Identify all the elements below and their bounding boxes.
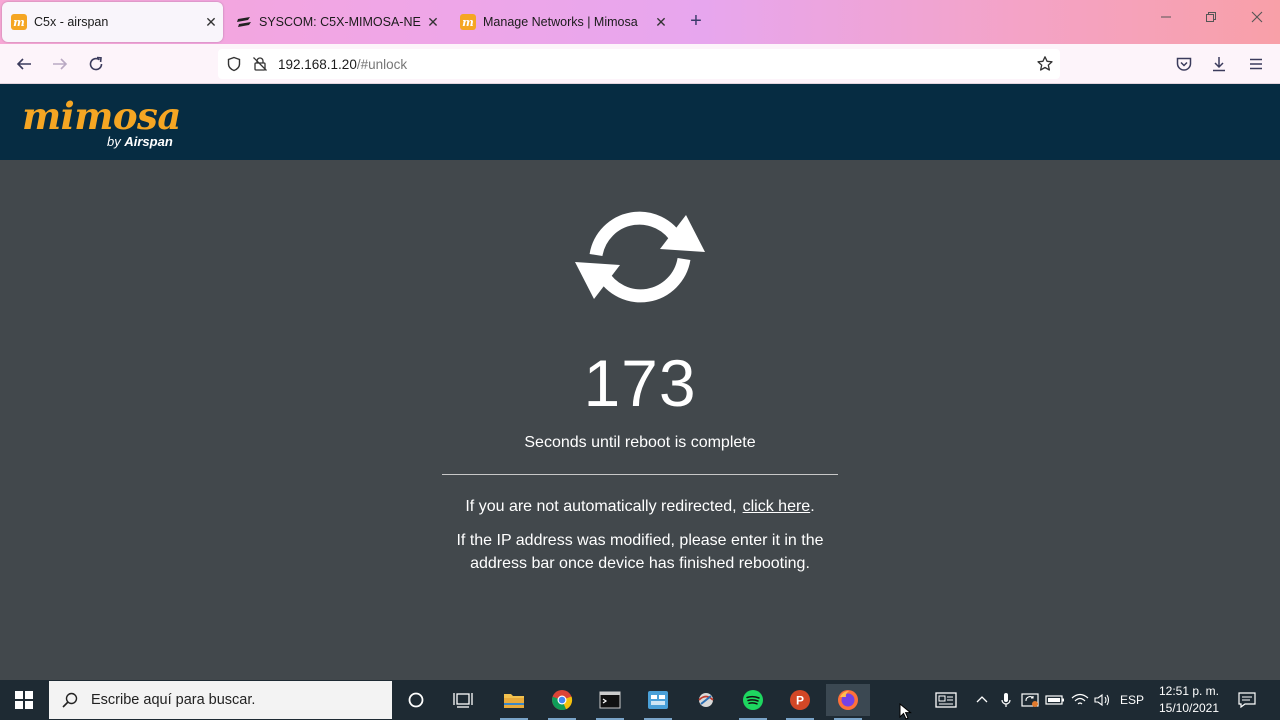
volume-icon[interactable] bbox=[1093, 680, 1113, 720]
notifications-icon[interactable] bbox=[1234, 680, 1260, 720]
file-explorer-icon[interactable] bbox=[492, 684, 536, 720]
sync-status-icon[interactable] bbox=[1020, 680, 1040, 720]
logo-byline: by Airspan bbox=[107, 134, 173, 150]
reload-icon[interactable] bbox=[84, 52, 108, 76]
firefox-icon[interactable] bbox=[826, 684, 870, 720]
shield-icon[interactable] bbox=[226, 56, 242, 72]
redirect-text: If you are not automatically redirected, bbox=[465, 498, 737, 515]
mouse-pointer-icon bbox=[899, 703, 912, 720]
chrome-icon[interactable] bbox=[540, 684, 584, 720]
insecure-lock-icon[interactable] bbox=[252, 56, 268, 72]
windows-start-icon[interactable] bbox=[0, 680, 48, 720]
redirect-period: . bbox=[810, 498, 815, 515]
taskbar-search-input[interactable]: Escribe aquí para buscar. bbox=[49, 681, 392, 719]
windows-taskbar: Escribe aquí para buscar. P ESP 12:51 p.… bbox=[0, 680, 1280, 720]
url-path: /#unlock bbox=[356, 56, 408, 72]
click-here-link[interactable]: click here bbox=[743, 498, 811, 515]
url-host: 192.168.1.20 bbox=[278, 56, 357, 72]
bookmark-star-icon[interactable] bbox=[1036, 55, 1054, 73]
tab-c5x-airspan[interactable]: m C5x - airspan ✕ bbox=[2, 2, 223, 42]
cortana-icon[interactable] bbox=[394, 684, 438, 716]
search-placeholder: Escribe aquí para buscar. bbox=[91, 692, 256, 708]
browser-tab-strip: m C5x - airspan ✕ SYSCOM: C5X-MIMOSA-NET… bbox=[0, 0, 1280, 44]
hamburger-menu-icon[interactable] bbox=[1244, 52, 1268, 76]
refresh-cycle-icon bbox=[575, 211, 705, 303]
tab-title: C5x - airspan bbox=[34, 15, 109, 29]
mimosa-logo[interactable]: mimosa bbox=[22, 96, 181, 136]
svg-text:P: P bbox=[796, 694, 804, 708]
back-arrow-icon[interactable] bbox=[12, 52, 36, 76]
redirect-message: If you are not automatically redirected,… bbox=[400, 496, 880, 518]
show-hidden-icons-chevron-icon[interactable] bbox=[974, 680, 990, 720]
task-view-icon[interactable] bbox=[441, 684, 485, 716]
wifi-icon[interactable] bbox=[1070, 680, 1090, 720]
site-header bbox=[0, 84, 1280, 160]
browser-nav-bar: 192.168.1.20 /#unlock bbox=[0, 44, 1280, 84]
new-tab-button[interactable]: + bbox=[684, 9, 708, 33]
svg-text:m: m bbox=[13, 16, 25, 29]
logo-by: by bbox=[107, 134, 121, 149]
network-app-icon[interactable] bbox=[636, 684, 680, 720]
downloads-icon[interactable] bbox=[1207, 52, 1231, 76]
battery-icon[interactable] bbox=[1044, 680, 1066, 720]
close-tab-icon[interactable]: ✕ bbox=[199, 14, 223, 31]
spotify-icon[interactable] bbox=[731, 684, 775, 720]
close-window-icon[interactable] bbox=[1247, 10, 1267, 26]
ip-change-note: If the IP address was modified, please e… bbox=[456, 532, 824, 572]
input-language-indicator[interactable]: ESP bbox=[1118, 680, 1146, 720]
search-icon bbox=[61, 691, 79, 709]
mimosa-favicon-icon: m bbox=[11, 14, 27, 30]
tab-title: SYSCOM: C5X-MIMOSA-NETW bbox=[259, 15, 421, 29]
clock-time: 12:51 p. m. bbox=[1158, 684, 1220, 698]
close-tab-icon[interactable]: ✕ bbox=[421, 14, 445, 31]
tab-title: Manage Networks | Mimosa bbox=[483, 15, 638, 29]
forward-arrow-icon[interactable] bbox=[48, 52, 72, 76]
news-widget-icon[interactable] bbox=[932, 680, 960, 720]
tab-manage-networks[interactable]: m Manage Networks | Mimosa ✕ bbox=[451, 2, 673, 42]
reboot-countdown: 173 bbox=[583, 346, 697, 420]
svg-text:m: m bbox=[462, 16, 474, 29]
logo-brand: Airspan bbox=[124, 134, 173, 149]
satellite-app-icon[interactable] bbox=[684, 684, 728, 716]
countdown-label: Seconds until reboot is complete bbox=[524, 434, 756, 451]
minimize-window-icon[interactable] bbox=[1156, 10, 1176, 26]
powerpoint-icon[interactable]: P bbox=[778, 684, 822, 720]
address-bar[interactable]: 192.168.1.20 /#unlock bbox=[218, 49, 1060, 79]
pocket-icon[interactable] bbox=[1172, 52, 1196, 76]
taskbar-clock[interactable]: 12:51 p. m. 15/10/2021 bbox=[1150, 683, 1228, 717]
mimosa-favicon-icon: m bbox=[460, 14, 476, 30]
syscom-favicon-icon bbox=[236, 14, 252, 30]
divider bbox=[442, 474, 838, 475]
tab-syscom[interactable]: SYSCOM: C5X-MIMOSA-NETW ✕ bbox=[227, 2, 445, 42]
terminal-icon[interactable] bbox=[588, 684, 632, 720]
microphone-icon[interactable] bbox=[998, 680, 1014, 720]
restore-window-icon[interactable] bbox=[1201, 10, 1221, 26]
clock-date: 15/10/2021 bbox=[1158, 701, 1220, 715]
close-tab-icon[interactable]: ✕ bbox=[649, 14, 673, 31]
